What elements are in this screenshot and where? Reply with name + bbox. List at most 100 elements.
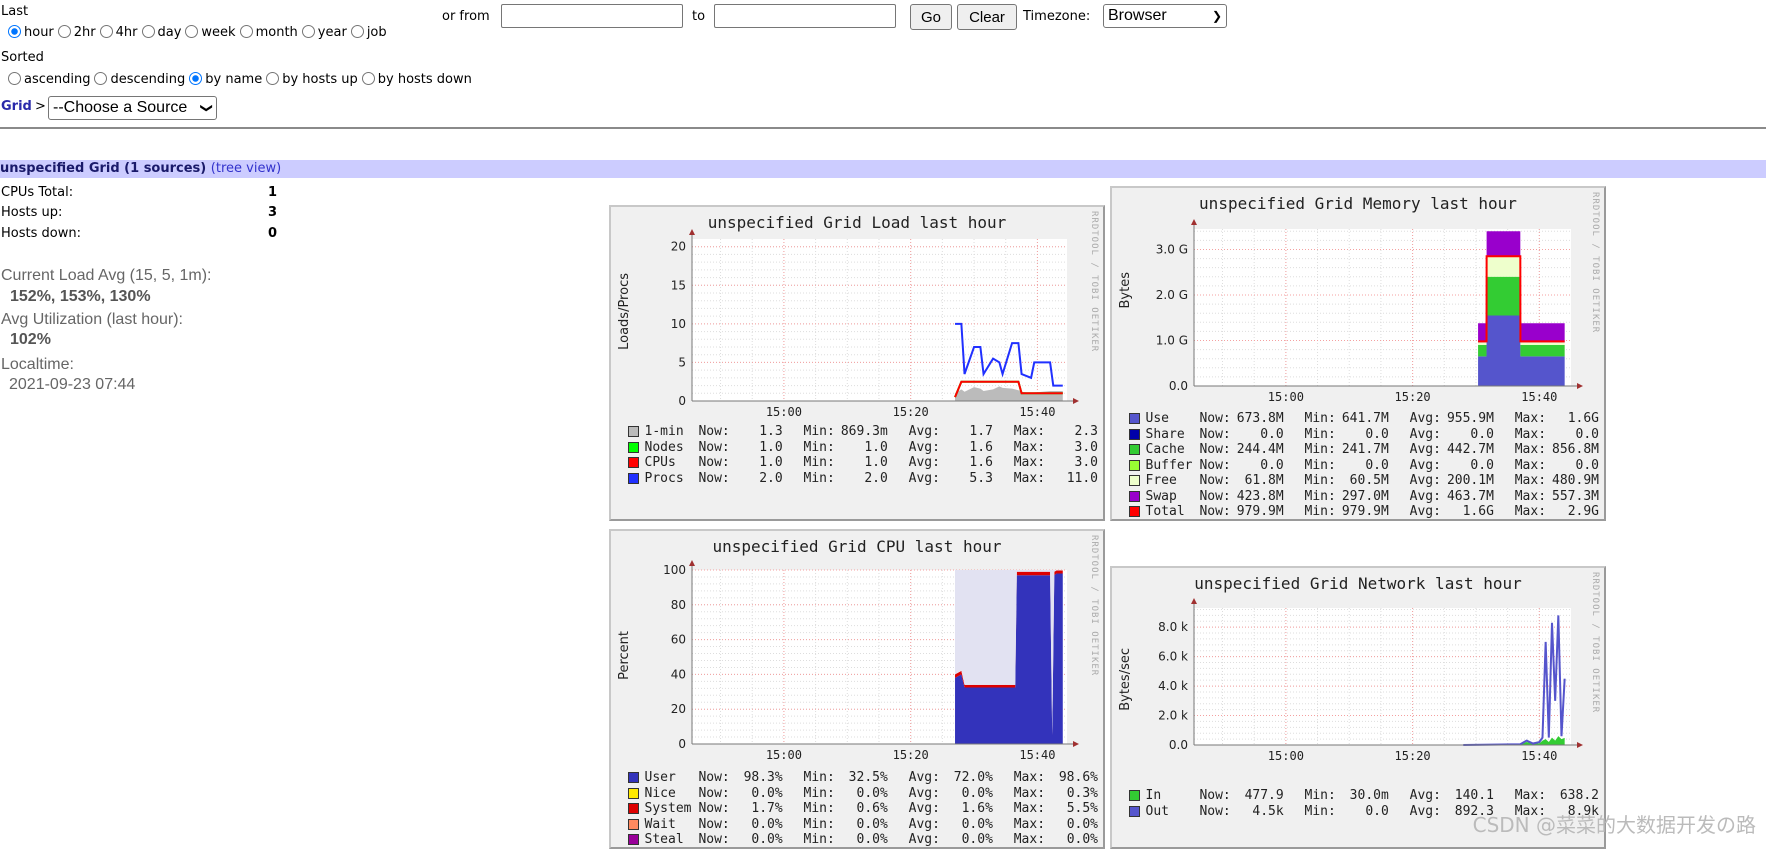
- memory-graph[interactable]: 0.0 1.0 G 2.0 G 3.0 G 15:00 15:20 15:40 unspec…: [1110, 186, 1606, 521]
- legend-swatch-icon: [1129, 805, 1140, 817]
- legend-max: 856.8M: [1552, 442, 1599, 457]
- clear-button[interactable]: Clear: [957, 4, 1017, 30]
- to-label: to: [692, 9, 706, 24]
- network-graph[interactable]: 0.0 2.0 k 4.0 k 6.0 k 8.0 k 15:00 15:20 15:40 u…: [1110, 566, 1606, 849]
- timezone-label: Timezone:: [1023, 9, 1091, 24]
- stat-value: 3: [267, 205, 277, 220]
- controls.ranges-radio-4hr[interactable]: 4hr: [98, 25, 138, 40]
- legend-avg: 955.9M: [1446, 411, 1494, 426]
- legend-min-label: Min:: [803, 785, 835, 801]
- cpu-graph[interactable]: 0 20 40 60 80 100 15:00 15:20 15:40 unspecified …: [609, 529, 1105, 849]
- x-axis-arrow-icon: [1577, 742, 1583, 748]
- x-tick-label: 15:00: [766, 405, 802, 419]
- legend-avg: 200.1M: [1446, 473, 1494, 488]
- legend-now-label: Now:: [1199, 442, 1231, 457]
- legend-swatch-icon: [1129, 459, 1140, 471]
- tree-view-link[interactable]: (tree view): [211, 161, 281, 176]
- radio-button[interactable]: [301, 25, 315, 38]
- legend-max: 2.9G: [1567, 504, 1599, 519]
- x-tick-label: 15:40: [1521, 749, 1557, 763]
- legend-now: 979.9M: [1236, 504, 1284, 519]
- legend-max: 480.9M: [1552, 473, 1599, 488]
- y-tick-label: 5: [678, 355, 686, 369]
- source-select[interactable]: --Choose a Source ❯: [48, 96, 217, 120]
- avg-util-value: 102%: [10, 331, 51, 349]
- legend-avg-label: Avg:: [908, 785, 940, 801]
- legend-row-use: Use Now: 673.8M Min: 641.7M Avg: 955.9M Max: 1.6…: [1129, 411, 1599, 427]
- y-tick-label: 40: [671, 667, 686, 681]
- x-tick-label: 15:20: [1395, 749, 1431, 763]
- radio-label: job: [366, 25, 387, 40]
- legend-row-cpus: CPUs Now: 1.0 Min: 1.0 Avg: 1.6 Max: 3.0: [628, 455, 1098, 471]
- controls.ranges-radio-year[interactable]: year: [300, 25, 347, 40]
- rrdtool-credit: RRDTOOL / TOBI OETIKER: [1089, 535, 1099, 677]
- controls.sorts-radio-by-hosts-up[interactable]: by hosts up: [264, 72, 358, 87]
- legend-min-label: Min:: [803, 770, 835, 785]
- load-avg-value-text: 152%, 153%, 130%: [10, 288, 151, 305]
- controls.sorts-radio-descending[interactable]: descending: [92, 72, 185, 87]
- controls.sorts-radio-by-hosts-down[interactable]: by hosts down: [360, 72, 472, 87]
- localtime-label: Localtime:: [1, 356, 74, 373]
- y-tick-label: 20: [671, 702, 686, 716]
- x-tick-label: 15:40: [1521, 390, 1557, 404]
- radio-button[interactable]: [99, 25, 113, 38]
- controls.ranges-radio-2hr[interactable]: 2hr: [56, 25, 96, 40]
- legend-avg-label: Avg:: [1409, 504, 1441, 519]
- stat-value: 0: [267, 226, 277, 241]
- controls.ranges-radio-week[interactable]: week: [183, 25, 236, 40]
- radio-label: 4hr: [115, 25, 138, 40]
- rrdtool-credit: RRDTOOL / TOBI OETIKER: [1590, 572, 1600, 714]
- legend-max-label: Max:: [1013, 424, 1046, 439]
- controls.ranges-radio-hour[interactable]: hour: [6, 25, 54, 40]
- rrdtool-credit: RRDTOOL / TOBI OETIKER: [1590, 192, 1600, 334]
- legend-avg-label: Avg:: [1409, 473, 1441, 488]
- legend-name: Nice: [644, 785, 676, 801]
- legend-now-label: Now:: [698, 770, 730, 785]
- legend-min-label: Min:: [803, 832, 835, 847]
- controls.ranges-radio-day[interactable]: day: [140, 25, 181, 40]
- legend-avg: 0.0%: [961, 785, 993, 801]
- legend-min-label: Min:: [803, 801, 835, 816]
- legend-row-swap: Swap Now: 423.8M Min: 297.0M Avg: 463.7M Max: 55…: [1129, 489, 1599, 505]
- radio-button[interactable]: [94, 72, 108, 85]
- from-date-input[interactable]: [501, 4, 683, 28]
- legend-row-steal: Steal Now: 0.0% Min: 0.0% Avg: 0.0% Max: 0.0%: [628, 832, 1098, 848]
- load-graph[interactable]: 0 5 10 15 20 15:00 15:20 15:40 unspecified Grid…: [609, 205, 1105, 521]
- legend-now-label: Now:: [1199, 803, 1231, 819]
- legend-min: 1.0: [864, 455, 888, 470]
- legend-swatch-icon: [628, 441, 639, 453]
- radio-button[interactable]: [361, 72, 375, 85]
- to-date-input[interactable]: [714, 4, 896, 28]
- y-tick-label: 0.0: [1169, 738, 1188, 752]
- legend-min: 0.6%: [856, 801, 888, 816]
- legend-max-label: Max:: [1013, 470, 1046, 486]
- radio-button[interactable]: [266, 72, 280, 85]
- legend-swatch-icon: [1129, 475, 1140, 486]
- controls.ranges-radio-month[interactable]: month: [238, 25, 298, 40]
- radio-button[interactable]: [141, 25, 155, 38]
- legend-max: 0.0%: [1066, 832, 1098, 847]
- y-tick-label: 10: [671, 317, 686, 331]
- radio-button[interactable]: [8, 25, 21, 38]
- radio-button[interactable]: [185, 25, 199, 38]
- radio-button[interactable]: [8, 72, 21, 85]
- radio-button[interactable]: [189, 72, 203, 85]
- legend-row-in: In Now: 477.9 Min: 30.0m Avg: 140.1 Max: 638.2: [1129, 788, 1599, 804]
- timezone-select[interactable]: Browser ❯: [1103, 4, 1227, 28]
- controls.ranges-radio-job[interactable]: job: [349, 25, 387, 40]
- legend-max-label: Max:: [1013, 455, 1046, 470]
- legend-max: 98.6%: [1058, 770, 1098, 785]
- radio-button[interactable]: [57, 25, 71, 38]
- stat-value: 1: [267, 185, 277, 200]
- legend-min-label: Min:: [803, 424, 835, 439]
- y-tick-label: 1.0 G: [1156, 333, 1188, 347]
- controls.sorts-radio-ascending[interactable]: ascending: [6, 72, 90, 87]
- legend-min-label: Min:: [1304, 504, 1336, 519]
- controls.sorts-radio-by-name[interactable]: by name: [187, 72, 262, 87]
- radio-button[interactable]: [239, 25, 253, 38]
- go-button[interactable]: Go: [910, 4, 952, 30]
- radio-button[interactable]: [350, 25, 364, 38]
- sort-group: ascending descending by name by hosts up by …: [6, 72, 474, 87]
- legend-avg-label: Avg:: [908, 770, 940, 785]
- grid-breadcrumb-link[interactable]: Grid: [1, 99, 32, 114]
